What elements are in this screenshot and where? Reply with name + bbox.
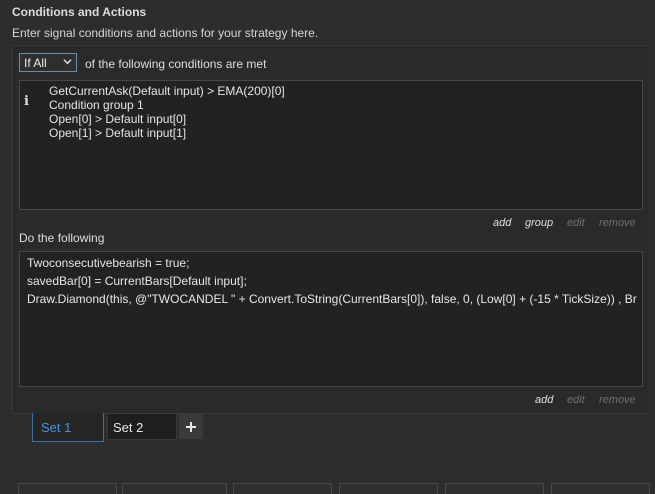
plus-icon <box>186 421 196 432</box>
footer-button[interactable] <box>122 483 227 494</box>
actions-label: Do the following <box>19 231 105 245</box>
condition-group-item[interactable]: Condition group 1 <box>49 98 144 112</box>
footer-button[interactable] <box>551 483 650 494</box>
condition-edit-link[interactable]: edit <box>567 217 585 229</box>
condition-remove-link[interactable]: remove <box>599 217 636 229</box>
footer-button[interactable] <box>339 483 438 494</box>
action-item[interactable]: Draw.Diamond(this, @"TWOCANDEL " + Conve… <box>27 292 637 306</box>
action-add-link[interactable]: add <box>535 394 553 406</box>
footer-button[interactable] <box>18 483 117 494</box>
condition-mode-label: of the following conditions are met <box>85 57 267 71</box>
tab-set-1[interactable]: Set 1 <box>32 413 104 442</box>
action-remove-link[interactable]: remove <box>599 394 636 406</box>
condition-item[interactable]: Open[1] > Default input[1] <box>49 126 186 140</box>
action-item[interactable]: savedBar[0] = CurrentBars[Default input]… <box>27 274 247 288</box>
conditions-list[interactable]: i GetCurrentAsk(Default input) > EMA(200… <box>19 80 643 210</box>
condition-group-link[interactable]: group <box>525 217 553 229</box>
condition-add-link[interactable]: add <box>493 217 511 229</box>
action-edit-link[interactable]: edit <box>567 394 585 406</box>
tab-set-2[interactable]: Set 2 <box>107 413 177 440</box>
add-set-button[interactable] <box>179 414 203 439</box>
condition-item[interactable]: GetCurrentAsk(Default input) > EMA(200)[… <box>49 84 285 98</box>
condition-mode-value: If All <box>24 55 47 70</box>
footer-button[interactable] <box>233 483 332 494</box>
info-icon: i <box>24 94 29 109</box>
page-subtitle: Enter signal conditions and actions for … <box>12 26 319 40</box>
actions-list[interactable]: Twoconsecutivebearish = true; savedBar[0… <box>19 251 643 387</box>
page-title: Conditions and Actions <box>12 5 147 19</box>
footer-button[interactable] <box>445 483 544 494</box>
condition-item[interactable]: Open[0] > Default input[0] <box>49 112 186 126</box>
condition-mode-select[interactable]: If All <box>19 53 77 72</box>
action-item[interactable]: Twoconsecutivebearish = true; <box>27 256 189 270</box>
chevron-down-icon <box>63 59 72 65</box>
